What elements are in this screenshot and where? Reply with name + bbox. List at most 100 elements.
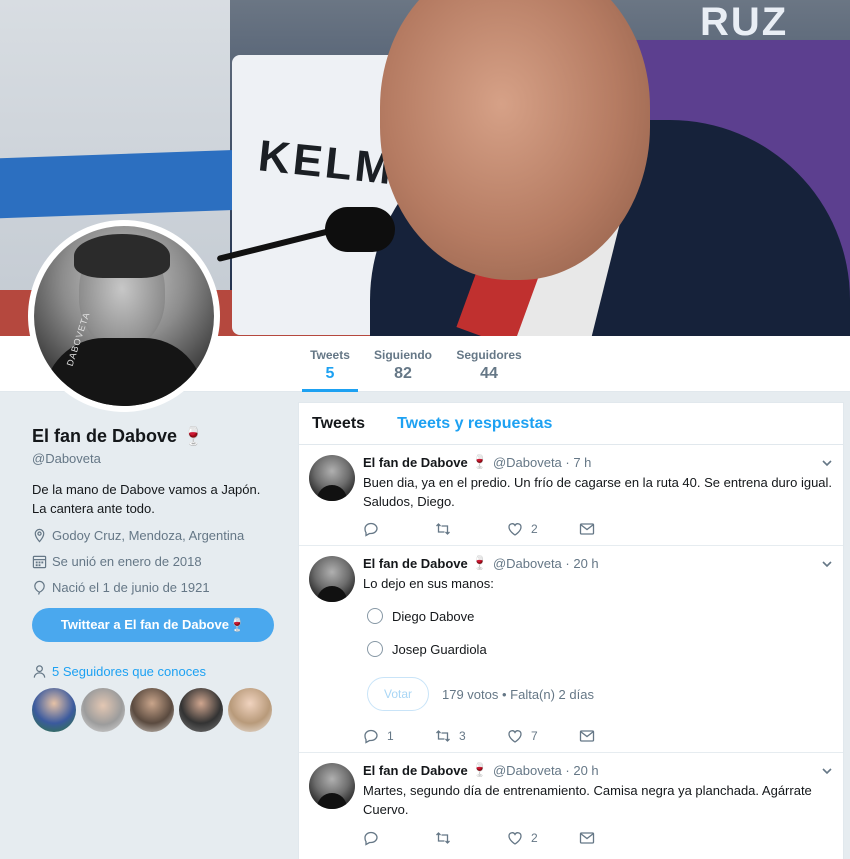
profile-born: Nació el 1 de junio de 1921	[32, 578, 277, 596]
follower-avatar[interactable]	[32, 688, 76, 732]
poll-option-label: Josep Guardiola	[392, 641, 487, 657]
tweet-body: El fan de Dabove 🍷 @Daboveta · 20 h Mart…	[363, 761, 833, 819]
tweet[interactable]: El fan de Dabove 🍷 @Daboveta · 7 h Buen …	[299, 445, 843, 546]
follower-avatar[interactable]	[179, 688, 223, 732]
chevron-down-icon[interactable]	[821, 765, 833, 777]
reply-action[interactable]	[363, 521, 435, 537]
message-action[interactable]	[579, 728, 651, 744]
nav-siguiendo[interactable]: Siguiendo 82	[368, 348, 438, 383]
nav-tweets[interactable]: Tweets 5	[302, 348, 358, 392]
person-icon	[33, 665, 46, 678]
follower-avatar[interactable]	[81, 688, 125, 732]
tweet-handle-time[interactable]: @Daboveta · 20 h	[493, 556, 599, 571]
tweet-author-name[interactable]: El fan de Dabove	[363, 556, 468, 571]
profile-avatar-image: DABOVETA	[34, 226, 214, 406]
retweet-icon	[436, 832, 450, 844]
tweet[interactable]: El fan de Dabove 🍷 @Daboveta · 20 h Mart…	[299, 753, 843, 859]
tweet-actions: 1 3 7	[363, 728, 651, 744]
chevron-down-icon[interactable]	[821, 558, 833, 570]
reply-action[interactable]	[363, 830, 435, 846]
nav-seguidores[interactable]: Seguidores 44	[452, 348, 526, 383]
poll-option[interactable]: Josep Guardiola	[367, 638, 833, 660]
wine-glass-icon: 🍷	[182, 426, 205, 446]
reply-action[interactable]: 1	[363, 728, 435, 744]
like-count: 2	[531, 831, 538, 845]
profile-location-text: Godoy Cruz, Mendoza, Argentina	[52, 527, 245, 543]
heart-icon	[508, 832, 522, 845]
heart-icon	[508, 523, 522, 536]
poll: Diego Dabove Josep Guardiola Votar 179 v…	[363, 605, 833, 711]
tweet-actions: 2	[363, 521, 651, 537]
timeline-tabs: Tweets Tweets y respuestas	[299, 403, 843, 445]
retweet-icon	[436, 523, 450, 535]
balloon-icon	[34, 580, 45, 595]
follower-avatar[interactable]	[130, 688, 174, 732]
tweet[interactable]: El fan de Dabove 🍷 @Daboveta · 20 h Lo d…	[299, 546, 843, 753]
envelope-icon	[579, 523, 595, 535]
chevron-down-icon[interactable]	[821, 457, 833, 469]
like-action[interactable]: 7	[507, 728, 579, 744]
tweet-avatar[interactable]	[309, 556, 355, 602]
tweet-body: El fan de Dabove 🍷 @Daboveta · 7 h Buen …	[363, 453, 833, 511]
tweet-handle-time[interactable]: @Daboveta · 7 h	[493, 455, 591, 470]
tweet-author-name[interactable]: El fan de Dabove	[363, 763, 468, 778]
poll-info: 179 votos • Falta(n) 2 días	[442, 686, 594, 702]
nav-siguiendo-count: 82	[394, 365, 412, 382]
poll-radio[interactable]	[367, 641, 383, 657]
like-action[interactable]: 2	[507, 830, 579, 846]
like-count: 7	[531, 729, 538, 743]
banner-corner-text: RUZ	[700, 0, 789, 44]
profile-handle[interactable]: @Daboveta	[32, 451, 277, 466]
retweet-action[interactable]	[435, 830, 507, 846]
retweet-count: 3	[459, 729, 466, 743]
profile-avatar[interactable]: DABOVETA	[28, 220, 220, 412]
followers-you-know-avatars	[32, 688, 277, 732]
poll-option[interactable]: Diego Dabove	[367, 605, 833, 627]
wine-glass-icon: 🍷	[471, 454, 488, 469]
tweet-avatar[interactable]	[309, 763, 355, 809]
follower-avatar[interactable]	[228, 688, 272, 732]
tweet-actions: 2	[363, 830, 651, 846]
heart-icon	[508, 730, 522, 743]
calendar-icon	[32, 555, 47, 568]
wine-glass-icon: 🍷	[471, 555, 488, 570]
envelope-icon	[579, 832, 595, 844]
poll-footer: Votar 179 votos • Falta(n) 2 días	[367, 677, 833, 711]
tab-tweets-y-respuestas[interactable]: Tweets y respuestas	[397, 415, 552, 433]
envelope-icon	[579, 730, 595, 742]
poll-radio[interactable]	[367, 608, 383, 624]
tab-tweets[interactable]: Tweets	[312, 415, 365, 433]
profile-born-text: Nació el 1 de junio de 1921	[52, 579, 210, 595]
retweet-action[interactable]	[435, 521, 507, 537]
profile-card: El fan de Dabove 🍷 @Daboveta De la mano …	[32, 426, 277, 732]
location-pin-icon	[34, 528, 45, 543]
vote-button[interactable]: Votar	[367, 677, 429, 711]
nav-siguiendo-label: Siguiendo	[374, 348, 432, 362]
like-action[interactable]: 2	[507, 521, 579, 537]
tweet-text: Martes, segundo día de entrenamiento. Ca…	[363, 783, 812, 817]
nav-tweets-label: Tweets	[310, 348, 350, 362]
tweet-to-user-button[interactable]: Twittear a El fan de Dabove🍷	[32, 608, 274, 642]
message-action[interactable]	[579, 830, 651, 846]
profile-name[interactable]: El fan de Dabove	[32, 426, 177, 446]
tweet-header: El fan de Dabove 🍷 @Daboveta · 7 h	[363, 453, 833, 471]
avatar-body	[44, 338, 204, 406]
nav-seguidores-label: Seguidores	[456, 348, 522, 362]
nav-tweets-count: 5	[325, 365, 335, 382]
profile-bio: De la mano de Dabove vamos a Japón. La c…	[32, 482, 261, 516]
retweet-action[interactable]: 3	[435, 728, 507, 744]
timeline: Tweets Tweets y respuestas El fan de Dab…	[298, 402, 844, 859]
poll-option-label: Diego Dabove	[392, 608, 475, 624]
tweet-handle-time[interactable]: @Daboveta · 20 h	[493, 763, 599, 778]
wine-glass-icon: 🍷	[471, 762, 488, 777]
retweet-icon	[436, 730, 450, 742]
tweet-avatar[interactable]	[309, 455, 355, 501]
tweet-body: El fan de Dabove 🍷 @Daboveta · 20 h Lo d…	[363, 554, 833, 711]
message-action[interactable]	[579, 521, 651, 537]
avatar-hair	[74, 234, 170, 278]
followers-you-know-text: 5 Seguidores que conoces	[52, 664, 206, 679]
tweet-text: Lo dejo en sus manos:	[363, 576, 494, 591]
tweet-author-name[interactable]: El fan de Dabove	[363, 455, 468, 470]
like-count: 2	[531, 522, 538, 536]
followers-you-know-link[interactable]: 5 Seguidores que conoces	[32, 664, 277, 679]
